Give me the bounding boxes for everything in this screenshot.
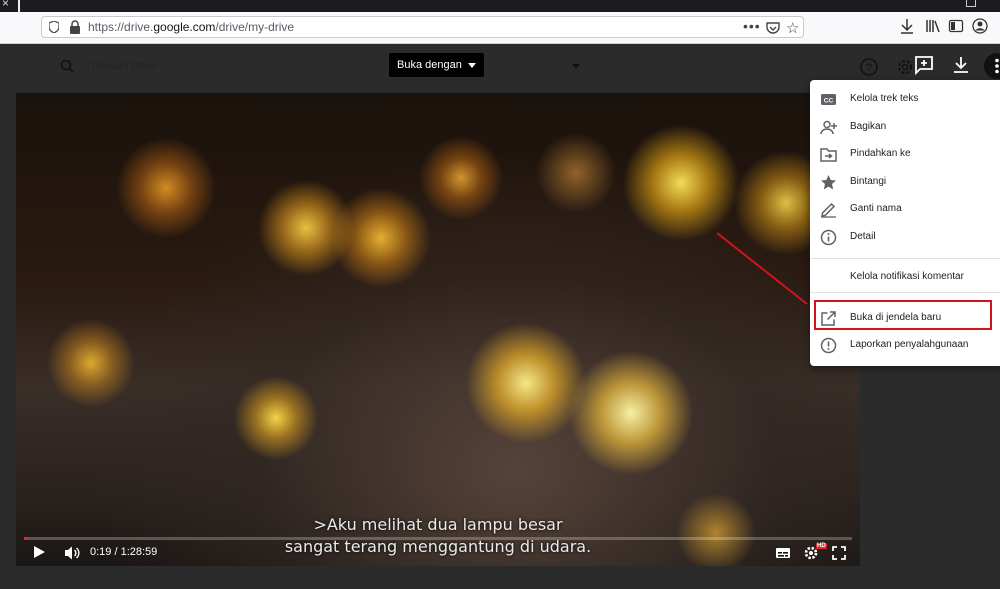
menu-item-manage-captions[interactable]: CC Kelola trek teks: [810, 86, 1000, 113]
menu-divider: [810, 258, 1000, 259]
hd-badge: HD: [816, 543, 827, 549]
report-icon: [820, 337, 837, 354]
menu-item-comment-notifications[interactable]: Kelola notifikasi komentar: [810, 264, 1000, 291]
account-icon[interactable]: [972, 18, 988, 34]
subtitles-icon[interactable]: [775, 545, 791, 561]
subtitle-line-1: >Aku melihat dua lampu besar: [313, 515, 563, 534]
video-progress-bar[interactable]: [24, 537, 852, 540]
lock-icon[interactable]: [69, 20, 81, 34]
menu-item-label: Ganti nama: [850, 203, 902, 214]
browser-toolbar: https://drive.google.com/drive/my-drive …: [0, 12, 1000, 44]
menu-item-report-abuse[interactable]: Laporkan penyalahgunaan: [810, 332, 1000, 359]
browser-tab-strip: ×: [0, 0, 1000, 12]
search-icon: [60, 59, 74, 73]
video-time: 0:19 / 1:28:59: [90, 546, 158, 558]
menu-item-label: Kelola trek teks: [850, 93, 919, 104]
menu-item-star[interactable]: Bintangi: [810, 169, 1000, 196]
fullscreen-icon[interactable]: [831, 545, 847, 561]
downloads-icon[interactable]: [899, 18, 915, 34]
settings-icon[interactable]: [895, 57, 915, 77]
more-vert-icon: [995, 58, 999, 74]
play-icon[interactable]: [34, 546, 45, 558]
open-with-label: Buka dengan: [397, 59, 462, 71]
sidebar-icon[interactable]: [948, 18, 964, 34]
menu-item-label: Kelola notifikasi komentar: [850, 271, 964, 282]
svg-text:CC: CC: [824, 98, 834, 105]
tab-edge: [18, 0, 20, 12]
address-bar[interactable]: https://drive.google.com/drive/my-drive …: [41, 16, 804, 38]
closed-captions-icon: CC: [821, 94, 836, 105]
menu-item-label: Bintangi: [850, 176, 887, 187]
star-icon: [821, 175, 836, 190]
video-player[interactable]: >Aku melihat dua lampu besar sangat tera…: [16, 93, 860, 566]
move-folder-icon: [820, 148, 837, 162]
annotation-highlight-box: [814, 300, 992, 330]
chevron-down-icon: [467, 62, 476, 68]
close-tab-icon[interactable]: ×: [2, 0, 9, 10]
menu-item-label: Laporkan penyalahgunaan: [850, 339, 969, 350]
search-placeholder: Telusuri Drive: [90, 60, 157, 72]
drive-search-bar[interactable]: Telusuri Drive: [55, 55, 585, 79]
download-icon[interactable]: [951, 55, 971, 75]
video-controls: 0:19 / 1:28:59 HD: [16, 542, 860, 566]
add-person-icon: [820, 120, 837, 135]
help-icon[interactable]: ?: [859, 57, 879, 77]
library-icon[interactable]: [925, 18, 941, 34]
open-with-button[interactable]: Buka dengan: [389, 53, 484, 77]
svg-text:?: ?: [866, 62, 872, 74]
menu-item-label: Pindahkan ke: [850, 148, 911, 159]
pencil-icon: [821, 202, 836, 218]
video-progress-fill: [24, 537, 28, 540]
pocket-icon[interactable]: [766, 21, 780, 35]
volume-icon[interactable]: [64, 545, 80, 561]
menu-item-share[interactable]: Bagikan: [810, 114, 1000, 141]
page-actions-menu-icon[interactable]: •••: [743, 18, 761, 34]
search-options-caret-icon[interactable]: [572, 64, 580, 69]
menu-item-label: Bagikan: [850, 121, 887, 132]
menu-item-rename[interactable]: Ganti nama: [810, 196, 1000, 223]
menu-item-label: Detail: [850, 231, 876, 242]
menu-item-details[interactable]: Detail: [810, 224, 1000, 251]
menu-divider: [810, 292, 1000, 293]
tab-list-icon[interactable]: [966, 0, 976, 7]
add-comment-icon[interactable]: [914, 55, 934, 75]
menu-item-move-to[interactable]: Pindahkan ke: [810, 141, 1000, 168]
info-icon: [820, 229, 837, 246]
bookmark-star-icon[interactable]: ☆: [786, 19, 799, 37]
tracking-shield-icon[interactable]: [49, 21, 59, 33]
url-text[interactable]: https://drive.google.com/drive/my-drive: [88, 20, 294, 34]
